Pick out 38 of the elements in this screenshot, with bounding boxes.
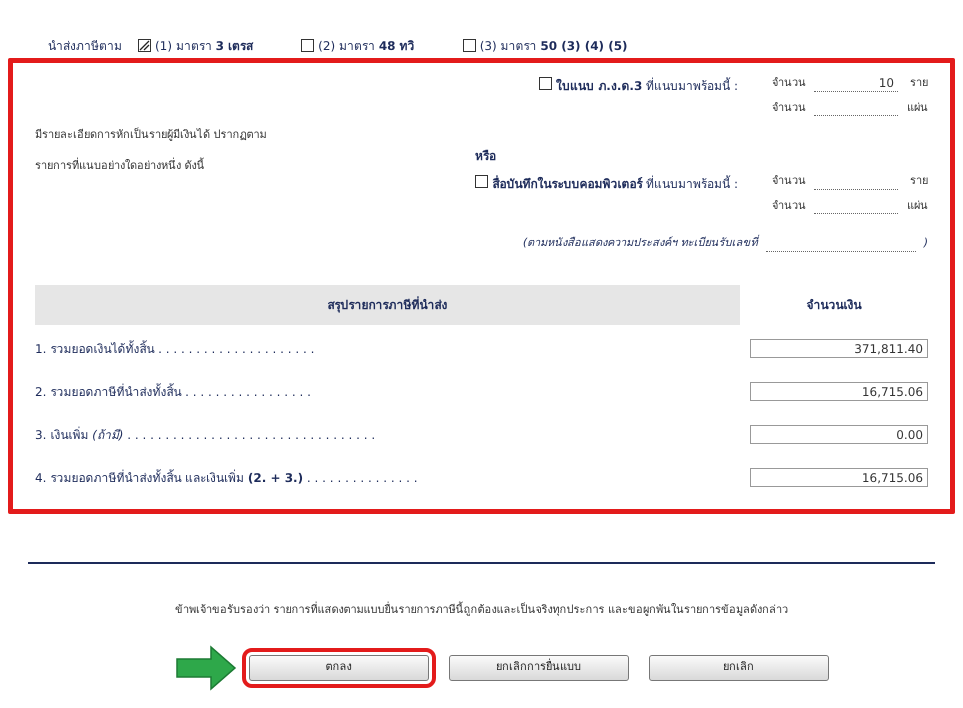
count-label: จำนวน: [772, 198, 806, 214]
or-label: หรือ: [475, 148, 496, 165]
summary-row-label: 3. เงินเพิ่ม (ถ้ามี) . . . . . . . . . . . . . . . . . . . . . . . . . . . . . . . . .: [35, 426, 376, 444]
form-button[interactable]: ยกเลิกการยื่นแบบ: [448, 654, 628, 680]
unit-label: ราย: [909, 75, 928, 91]
registration-note: (ตามหนังสือแสดงความประสงค์ฯ ทะเบียนรับเลขที่: [522, 235, 758, 251]
summary-row-label: 4. รวมยอดภาษีที่นำส่งทั้งสิ้น และเงินเพิ่ม (2. + 3.) . . . . . . . . . . . . . . .: [35, 468, 418, 486]
certification-text: ข้าพเจ้าขอรับรองว่า รายการที่แสดงตามแบบยื่นรายการภาษีนี้ถูกต้องและเป็นจริงทุกประการ และขอผูกพันในรายการข้อมูลดังกล่าว: [174, 602, 789, 618]
unit-label: แผ่น: [906, 100, 928, 116]
description-text: รายการที่แนบอย่างใดอย่างหนึ่ง ดังนี้: [35, 158, 206, 174]
amount-field[interactable]: 371,811.40: [750, 339, 928, 358]
form-button[interactable]: ยกเลิก: [648, 654, 828, 680]
description-text: มีรายละเอียดการหักเป็นรายผู้มีเงินได้ ปรากฏตาม: [35, 127, 266, 143]
amount-field[interactable]: 0.00: [750, 425, 928, 444]
amount-field[interactable]: 16,715.06: [750, 382, 928, 401]
option-label[interactable]: (1) มาตรา 3 เตรส: [155, 36, 254, 54]
summary-row-label: 2. รวมยอดภาษีที่นำส่งทั้งสิ้น . . . . . . . . . . . . . . . . .: [35, 382, 311, 400]
count-label: จำนวน: [772, 75, 806, 91]
closing-parenthesis: ): [924, 235, 928, 251]
checkbox[interactable]: [539, 77, 552, 90]
summary-header: สรุปรายการภาษีที่นำส่ง: [35, 285, 740, 325]
count-label: จำนวน: [772, 100, 806, 116]
submit-label: นำส่งภาษีตาม: [48, 38, 122, 54]
choice-label[interactable]: ใบแนบ ภ.ง.ด.3 ที่แนบมาพร้อมนี้ :: [556, 77, 738, 95]
count-label: จำนวน: [772, 173, 806, 189]
unit-label: แผ่น: [906, 198, 928, 214]
amount-field[interactable]: 16,715.06: [750, 468, 928, 487]
choice-label[interactable]: สื่อบันทึกในระบบคอมพิวเตอร์ ที่แนบมาพร้อมนี้ :: [492, 175, 738, 193]
checkbox[interactable]: [138, 39, 151, 52]
option-label[interactable]: (3) มาตรา 50 (3) (4) (5): [480, 36, 628, 54]
count-field[interactable]: 10: [814, 76, 898, 92]
summary-row-label: 1. รวมยอดเงินได้ทั้งสิ้น . . . . . . . . . . . . . . . . . . . . .: [35, 340, 314, 358]
option-label[interactable]: (2) มาตรา 48 ทวิ: [318, 36, 415, 54]
checkbox[interactable]: [475, 175, 488, 188]
amount-header: จำนวนเงิน: [806, 297, 863, 314]
checkbox[interactable]: [301, 39, 314, 52]
checkbox[interactable]: [462, 39, 476, 52]
unit-label: ราย: [909, 173, 928, 189]
